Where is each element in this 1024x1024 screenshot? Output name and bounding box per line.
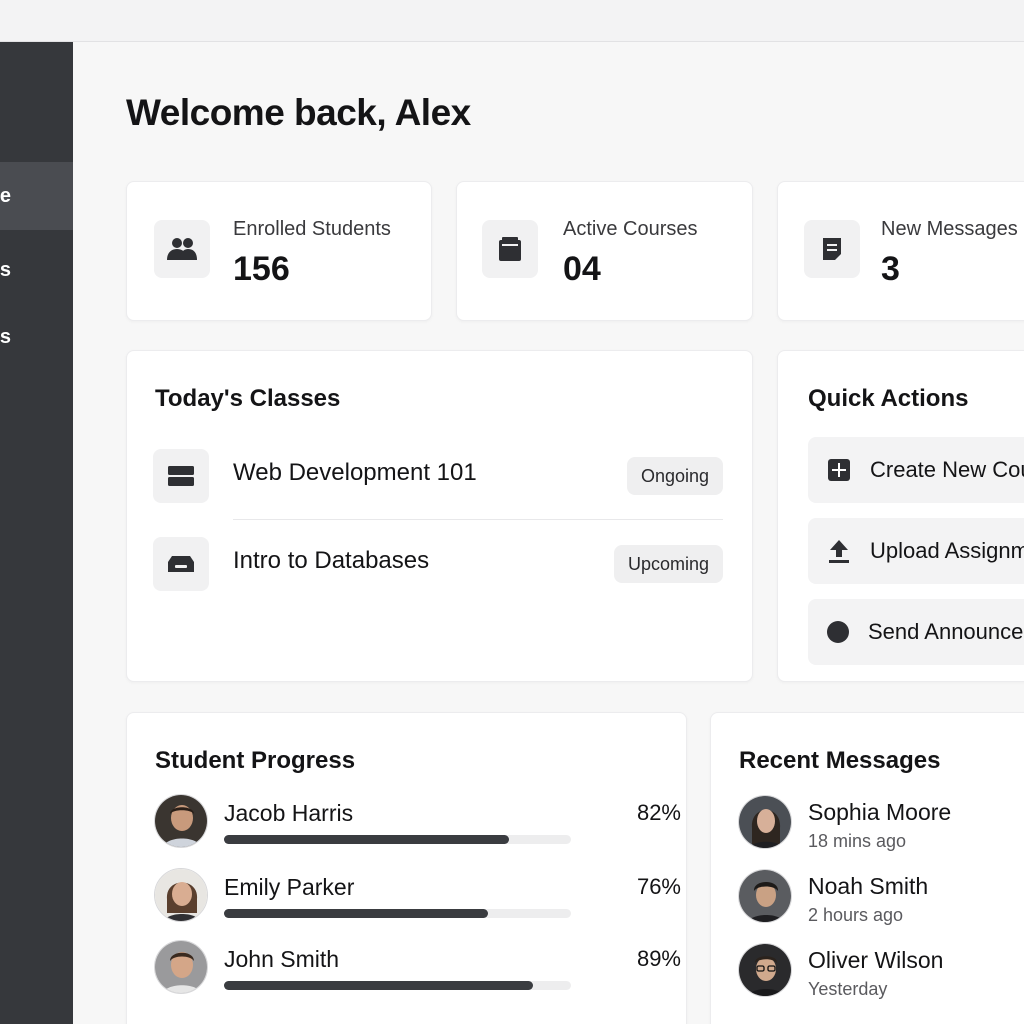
stat-card-enrolled-students[interactable]: Enrolled Students 156 — [126, 181, 432, 321]
stat-label: Active Courses — [563, 218, 698, 240]
note-icon — [804, 220, 860, 278]
avatar — [154, 868, 208, 922]
sidebar-item-label: e — [0, 184, 11, 207]
progress-bar — [224, 835, 571, 844]
users-icon — [154, 220, 210, 278]
stat-card-active-courses[interactable]: Active Courses 04 — [456, 181, 753, 321]
todays-classes-title: Today's Classes — [155, 385, 341, 412]
recent-messages-card: Recent Messages Sophia Moore 18 mins ago — [710, 712, 1024, 1024]
sidebar-item-3[interactable]: s — [0, 303, 73, 371]
upload-icon — [826, 538, 852, 564]
sender-name: Noah Smith — [808, 873, 929, 899]
circle-icon — [826, 619, 850, 645]
plus-square-icon — [826, 457, 852, 483]
create-new-course-button[interactable]: Create New Course — [808, 437, 1024, 503]
quick-actions-title: Quick Actions — [808, 385, 969, 412]
message-timestamp: 18 mins ago — [808, 831, 907, 851]
student-progress-title: Student Progress — [155, 747, 356, 774]
sidebar-item-2[interactable]: s — [0, 236, 73, 304]
status-badge: Ongoing — [626, 457, 723, 495]
message-timestamp: Yesterday — [808, 979, 888, 999]
student-progress-card: Student Progress Jacob Harris 82% Emily … — [126, 712, 687, 1024]
stat-label: New Messages — [881, 218, 1018, 240]
stat-value: 3 — [881, 250, 900, 288]
avatar — [738, 795, 792, 849]
student-name: John Smith — [224, 946, 340, 972]
class-row[interactable]: Web Development 101 Ongoing — [153, 449, 723, 505]
divider — [233, 519, 723, 520]
quick-action-label: Send Announcement — [868, 619, 1024, 644]
message-timestamp: 2 hours ago — [808, 905, 904, 925]
main-content: Welcome back, Alex Enrolled Students 156… — [73, 42, 1024, 1024]
student-progress-row[interactable]: John Smith 89% — [154, 940, 681, 996]
recent-messages-title: Recent Messages — [739, 747, 941, 774]
folder-icon — [482, 220, 538, 278]
message-row[interactable]: Oliver Wilson Yesterday — [738, 943, 1024, 999]
server-icon — [153, 449, 209, 503]
drive-icon — [153, 537, 209, 591]
class-name: Web Development 101 — [233, 459, 477, 486]
stat-value: 04 — [563, 250, 601, 288]
progress-bar-fill — [224, 909, 488, 918]
progress-percent: 76% — [636, 874, 681, 899]
stat-value: 156 — [233, 250, 290, 288]
progress-bar-fill — [224, 981, 533, 990]
sidebar-item-1[interactable]: e — [0, 162, 73, 230]
top-bar — [0, 0, 1024, 42]
message-row[interactable]: Noah Smith 2 hours ago — [738, 869, 1024, 925]
progress-percent: 82% — [636, 800, 681, 825]
student-progress-row[interactable]: Emily Parker 76% — [154, 868, 681, 924]
sidebar-item-label: s — [0, 325, 11, 348]
avatar — [738, 943, 792, 997]
progress-bar — [224, 981, 571, 990]
avatar — [738, 869, 792, 923]
message-row[interactable]: Sophia Moore 18 mins ago — [738, 795, 1024, 851]
quick-action-label: Upload Assignment — [870, 538, 1024, 563]
student-name: Jacob Harris — [224, 800, 354, 826]
student-name: Emily Parker — [224, 874, 355, 900]
stat-card-new-messages[interactable]: New Messages 3 — [777, 181, 1024, 321]
avatar — [154, 794, 208, 848]
sender-name: Oliver Wilson — [808, 947, 944, 973]
progress-bar — [224, 909, 571, 918]
status-badge: Upcoming — [613, 545, 723, 583]
avatar — [154, 940, 208, 994]
student-progress-row[interactable]: Jacob Harris 82% — [154, 794, 681, 850]
upload-assignment-button[interactable]: Upload Assignment — [808, 518, 1024, 584]
sender-name: Sophia Moore — [808, 799, 952, 825]
sidebar-logo: d — [0, 92, 1, 118]
quick-actions-card: Quick Actions Create New Course Upload A… — [777, 350, 1024, 682]
progress-percent: 89% — [636, 946, 681, 971]
quick-action-label: Create New Course — [870, 457, 1024, 482]
page-title: Welcome back, Alex — [126, 92, 471, 133]
sidebar-item-label: s — [0, 258, 11, 281]
class-row[interactable]: Intro to Databases Upcoming — [153, 537, 723, 593]
progress-bar-fill — [224, 835, 509, 844]
send-announcement-button[interactable]: Send Announcement — [808, 599, 1024, 665]
stat-label: Enrolled Students — [233, 218, 391, 240]
class-name: Intro to Databases — [233, 547, 430, 574]
sidebar: d e s s — [0, 42, 73, 1024]
todays-classes-card: Today's Classes Web Development 101 Ongo… — [126, 350, 753, 682]
